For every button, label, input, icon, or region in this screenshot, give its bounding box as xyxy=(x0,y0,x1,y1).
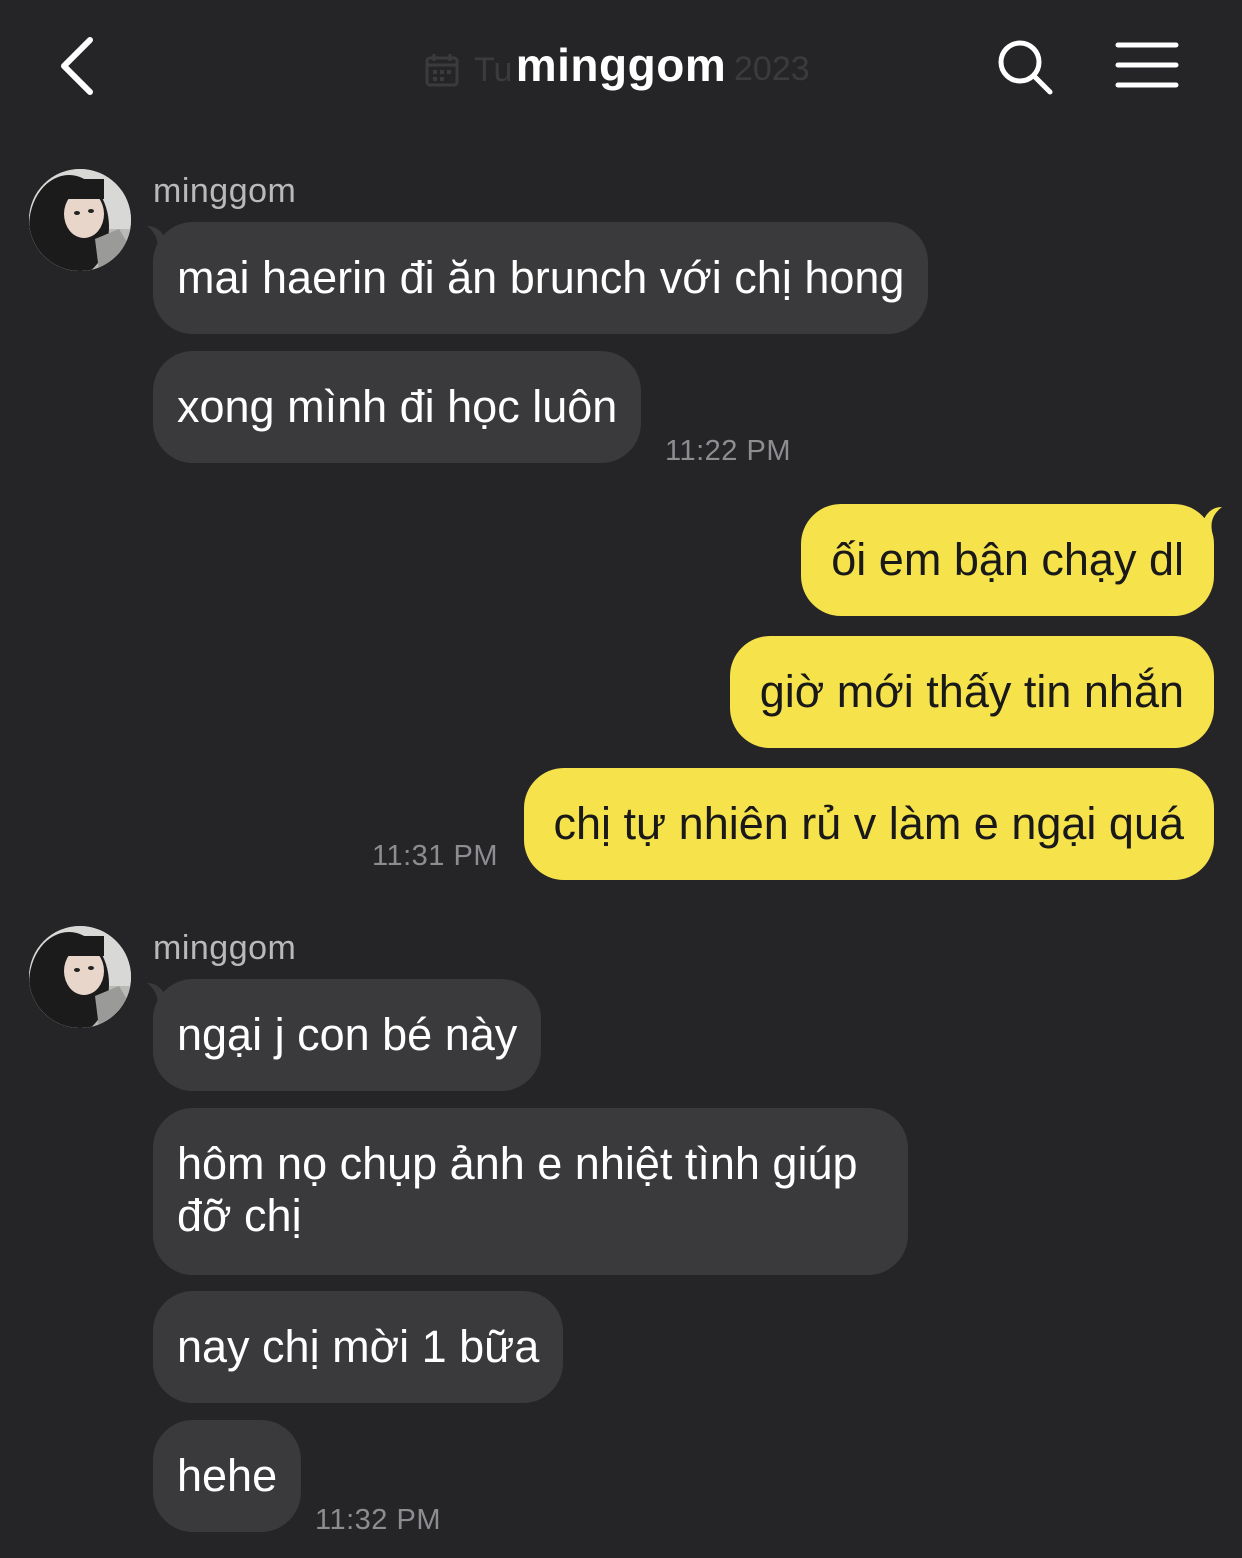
profile-photo xyxy=(29,926,131,1028)
sender-name: minggom xyxy=(153,172,297,210)
message-bubble[interactable]: hehe xyxy=(153,1420,302,1532)
message-text: xong mình đi học luôn xyxy=(177,381,618,432)
profile-photo xyxy=(29,169,131,271)
hamburger-menu-icon xyxy=(1115,42,1179,88)
message-bubble[interactable]: mai haerin đi ăn brunch với chị hong xyxy=(153,222,929,334)
message-bubble[interactable]: xong mình đi học luôn xyxy=(153,351,642,463)
message-bubble[interactable]: hôm nọ chụp ảnh e nhiệt tình giúp đỡ chị xyxy=(153,1108,908,1275)
message-text: chị tự nhiên rủ v làm e ngại quá xyxy=(553,798,1184,849)
message-bubble[interactable]: nay chị mời 1 bữa xyxy=(153,1291,564,1403)
search-button[interactable] xyxy=(996,38,1056,98)
timestamp: 11:31 PM xyxy=(372,840,498,872)
message-bubble[interactable]: ngại j con bé này xyxy=(153,979,542,1091)
message-bubble[interactable]: chị tự nhiên rủ v làm e ngại quá xyxy=(523,768,1214,880)
timestamp: 11:22 PM xyxy=(665,435,791,467)
message-text: ối em bận chạy dl xyxy=(831,534,1184,585)
message-bubble[interactable]: ối em bận chạy dl xyxy=(801,504,1214,616)
message-bubble[interactable]: giờ mới thấy tin nhắn xyxy=(729,636,1214,748)
message-text: nay chị mời 1 bữa xyxy=(177,1321,540,1372)
sender-name: minggom xyxy=(153,929,297,967)
avatar[interactable] xyxy=(29,926,131,1028)
avatar[interactable] xyxy=(29,169,131,271)
message-text: mai haerin đi ăn brunch với chị hong xyxy=(177,252,905,303)
timestamp: 11:32 PM xyxy=(315,1504,441,1536)
menu-button[interactable] xyxy=(1114,40,1180,90)
message-text: hôm nọ chụp ảnh e nhiệt tình giúp đỡ chị xyxy=(177,1138,858,1241)
chat-header: Tu 2023 minggom xyxy=(0,0,1242,135)
search-icon xyxy=(998,40,1053,95)
message-text: ngại j con bé này xyxy=(177,1009,518,1060)
message-text: giờ mới thấy tin nhắn xyxy=(759,666,1184,717)
message-text: hehe xyxy=(177,1450,278,1501)
